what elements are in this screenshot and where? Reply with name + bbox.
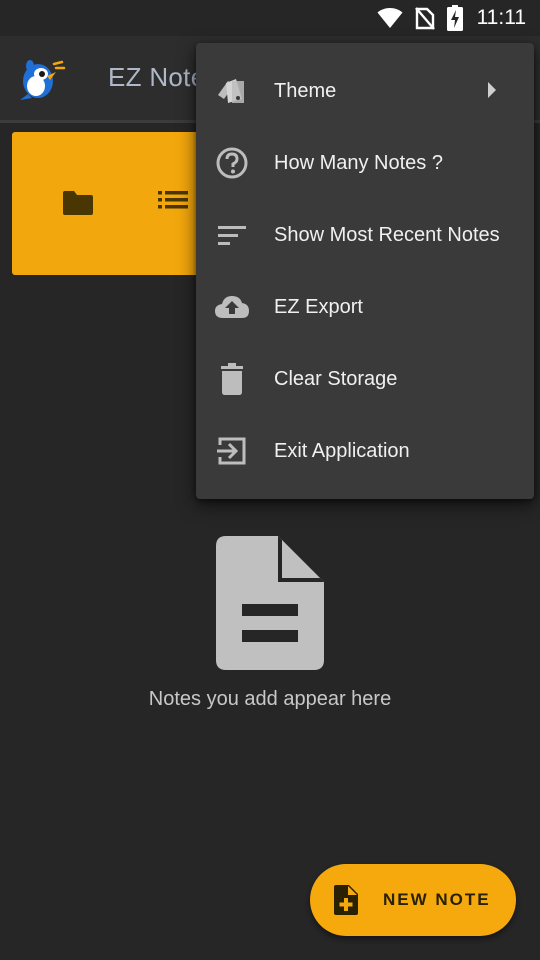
menu-item-show-recent[interactable]: Show Most Recent Notes <box>196 199 534 271</box>
note-add-icon <box>334 885 358 915</box>
menu-item-theme[interactable]: Theme <box>196 55 534 127</box>
empty-state-message: Notes you add appear here <box>148 688 392 710</box>
menu-item-clear-storage[interactable]: Clear Storage <box>196 343 534 415</box>
folder-card[interactable] <box>12 132 212 275</box>
battery-charging-icon <box>446 5 463 31</box>
submenu-arrow-icon <box>488 82 496 98</box>
menu-item-label: How Many Notes ? <box>274 152 443 174</box>
new-note-label: NEW NOTE <box>383 890 491 909</box>
menu-item-label: Clear Storage <box>274 368 398 390</box>
menu-item-label: Show Most Recent Notes <box>274 224 500 246</box>
overflow-menu: Theme How Many Notes ? Show Most Recent … <box>196 43 534 499</box>
trash-icon <box>221 363 243 395</box>
wifi-icon <box>377 8 403 28</box>
menu-item-ez-export[interactable]: EZ Export <box>196 271 534 343</box>
no-sim-icon <box>414 7 435 30</box>
bird-logo-icon[interactable] <box>14 54 68 104</box>
cloud-upload-icon <box>215 296 249 318</box>
exit-icon <box>217 437 246 465</box>
new-note-button[interactable]: NEW NOTE <box>310 864 516 936</box>
status-bar: 11:11 <box>0 0 540 36</box>
list-view-icon[interactable] <box>158 188 188 212</box>
menu-item-label: Exit Application <box>274 440 410 462</box>
document-icon <box>216 536 324 670</box>
folder-icon[interactable] <box>62 190 94 216</box>
menu-item-how-many-notes[interactable]: How Many Notes ? <box>196 127 534 199</box>
theme-icon <box>218 79 244 103</box>
sort-icon <box>218 226 246 245</box>
help-icon <box>216 147 248 179</box>
menu-item-label: Theme <box>274 80 337 102</box>
menu-item-label: EZ Export <box>274 296 363 318</box>
status-time: 11:11 <box>476 6 526 29</box>
menu-item-exit-application[interactable]: Exit Application <box>196 415 534 487</box>
